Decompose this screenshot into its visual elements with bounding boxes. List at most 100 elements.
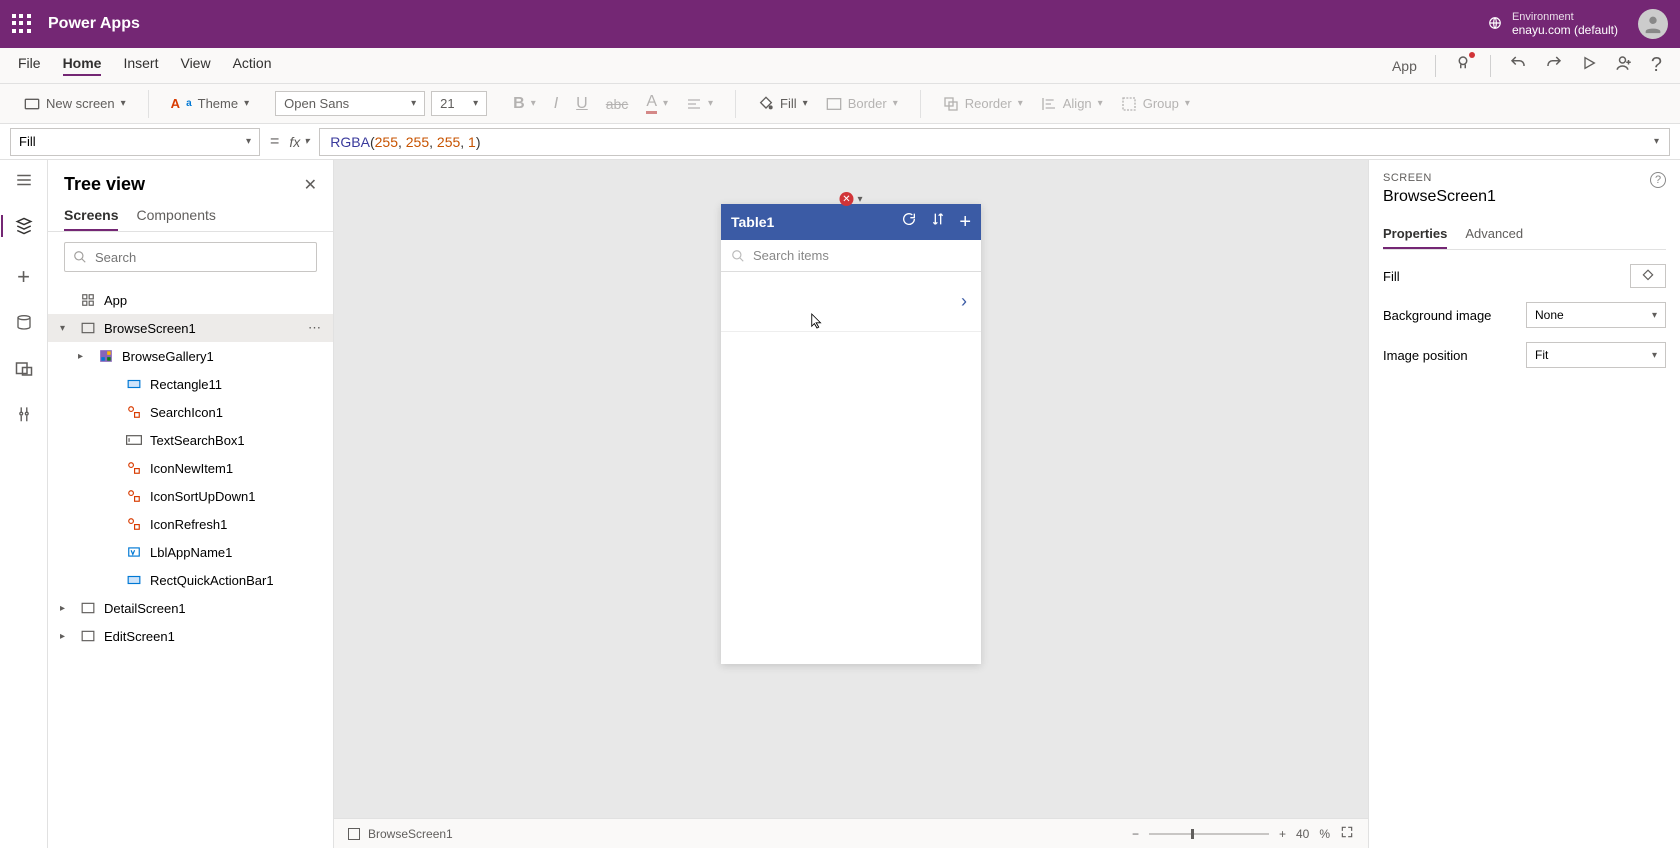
tree-item[interactable]: TextSearchBox1 bbox=[48, 426, 333, 454]
expand-icon[interactable]: ▸ bbox=[60, 603, 72, 614]
chevron-down-icon: ▾ bbox=[244, 98, 249, 109]
fit-to-window-icon[interactable] bbox=[1340, 825, 1354, 842]
tree-item-label: RectQuickActionBar1 bbox=[150, 573, 274, 588]
canvas[interactable]: ✕ ▾ Table1 + Search items › bbox=[334, 160, 1368, 848]
tree-search-input[interactable] bbox=[64, 242, 317, 272]
tree-item[interactable]: ▸DetailScreen1 bbox=[48, 594, 333, 622]
bold-button[interactable]: B▾ bbox=[507, 91, 542, 117]
app-dropdown[interactable]: App bbox=[1392, 58, 1417, 74]
expand-icon[interactable]: ▾ bbox=[60, 323, 72, 334]
border-button[interactable]: Border▾ bbox=[820, 92, 904, 115]
properties-panel: SCREEN BrowseScreen1 ? PropertiesAdvance… bbox=[1368, 160, 1680, 848]
ribbon-arrange-group: Reorder▾ Align▾ Group▾ bbox=[929, 92, 1204, 116]
media-icon[interactable] bbox=[15, 361, 33, 382]
iconctrl-icon bbox=[126, 460, 142, 476]
device-search[interactable]: Search items bbox=[721, 240, 981, 272]
tree-item[interactable]: IconNewItem1 bbox=[48, 454, 333, 482]
text-align-button[interactable]: ▾ bbox=[680, 93, 719, 115]
sort-icon[interactable] bbox=[931, 211, 945, 234]
advanced-tools-icon[interactable] bbox=[17, 406, 31, 429]
tree-item[interactable]: IconSortUpDown1 bbox=[48, 482, 333, 510]
refresh-icon[interactable] bbox=[901, 211, 917, 234]
zoom-in-button[interactable]: + bbox=[1279, 827, 1286, 841]
expand-formula-icon[interactable]: ▾ bbox=[1654, 136, 1659, 147]
font-name-select[interactable]: Open Sans▾ bbox=[275, 91, 425, 116]
textbox-icon bbox=[126, 432, 142, 448]
tree-item[interactable]: RectQuickActionBar1 bbox=[48, 566, 333, 594]
search-field[interactable] bbox=[95, 250, 308, 265]
tree-view-icon[interactable] bbox=[15, 217, 33, 240]
status-bar: BrowseScreen1 − + 40 % bbox=[334, 818, 1368, 848]
new-screen-button[interactable]: New screen ▾ bbox=[18, 92, 132, 115]
theme-button[interactable]: Aa Theme ▾ bbox=[165, 92, 255, 115]
device-preview[interactable]: ✕ ▾ Table1 + Search items › bbox=[721, 204, 981, 664]
play-icon[interactable] bbox=[1581, 55, 1597, 76]
tree-item[interactable]: ▸ BrowseGallery1 bbox=[48, 342, 333, 370]
underline-button[interactable]: U bbox=[570, 91, 594, 117]
menu-action[interactable]: Action bbox=[233, 55, 272, 76]
tree-item-label: TextSearchBox1 bbox=[150, 433, 245, 448]
menu-file[interactable]: File bbox=[18, 55, 41, 76]
iconctrl-icon bbox=[126, 516, 142, 532]
tree-item[interactable]: SearchIcon1 bbox=[48, 398, 333, 426]
menu-right: App ? bbox=[1392, 54, 1662, 77]
font-size-select[interactable]: 21▾ bbox=[431, 91, 487, 116]
menu-home[interactable]: Home bbox=[63, 55, 102, 76]
tree-item[interactable]: ▾BrowseScreen1⋯ bbox=[48, 314, 333, 342]
close-icon[interactable]: ✕ bbox=[304, 175, 317, 195]
reorder-button[interactable]: Reorder▾ bbox=[937, 92, 1029, 116]
environment-picker[interactable]: Environment enayu.com (default) bbox=[1488, 11, 1618, 37]
strike-button[interactable]: abc bbox=[600, 92, 635, 116]
hamburger-icon[interactable] bbox=[15, 172, 33, 193]
error-indicator[interactable]: ✕ ▾ bbox=[839, 192, 862, 206]
menu-insert[interactable]: Insert bbox=[123, 55, 158, 76]
props-tab-properties[interactable]: Properties bbox=[1383, 220, 1447, 249]
tree-tab-screens[interactable]: Screens bbox=[64, 201, 118, 231]
redo-icon[interactable] bbox=[1545, 54, 1563, 77]
data-icon[interactable] bbox=[16, 314, 32, 337]
fill-color-button[interactable] bbox=[1630, 264, 1666, 288]
font-color-button[interactable]: A▾ bbox=[640, 89, 674, 118]
expand-icon[interactable]: ▸ bbox=[78, 351, 90, 362]
insert-icon[interactable]: + bbox=[17, 264, 30, 290]
add-icon[interactable]: + bbox=[959, 211, 971, 234]
info-icon[interactable]: ? bbox=[1650, 172, 1666, 188]
share-icon[interactable] bbox=[1615, 54, 1633, 77]
tree-item[interactable]: IconRefresh1 bbox=[48, 510, 333, 538]
app-checker-icon[interactable] bbox=[1454, 54, 1472, 77]
divider bbox=[1490, 55, 1491, 77]
tree-item-label: BrowseGallery1 bbox=[122, 349, 214, 364]
tree-item-label: IconNewItem1 bbox=[150, 461, 233, 476]
property-select[interactable]: Fill▾ bbox=[10, 128, 260, 156]
menu-left: File Home Insert View Action bbox=[18, 55, 272, 76]
tree-item[interactable]: App bbox=[48, 286, 333, 314]
tree-item-label: App bbox=[104, 293, 127, 308]
undo-icon[interactable] bbox=[1509, 54, 1527, 77]
rect-icon bbox=[126, 572, 142, 588]
tree-item[interactable]: LblAppName1 bbox=[48, 538, 333, 566]
tree-item[interactable]: ▸EditScreen1 bbox=[48, 622, 333, 650]
image-position-select[interactable]: Fit▾ bbox=[1526, 342, 1666, 368]
menu-view[interactable]: View bbox=[180, 55, 210, 76]
zoom-out-button[interactable]: − bbox=[1132, 827, 1139, 841]
zoom-slider[interactable] bbox=[1149, 833, 1269, 835]
iconctrl-icon bbox=[126, 488, 142, 504]
more-icon[interactable]: ⋯ bbox=[308, 320, 321, 336]
align-button[interactable]: Align▾ bbox=[1035, 92, 1109, 116]
tree-tab-components[interactable]: Components bbox=[136, 201, 215, 231]
props-section-label: SCREEN bbox=[1383, 172, 1496, 184]
formula-input[interactable]: RGBA(255, 255, 255, 1) ▾ bbox=[319, 128, 1670, 156]
help-icon[interactable]: ? bbox=[1651, 54, 1662, 77]
italic-button[interactable]: I bbox=[548, 91, 564, 117]
tree-item[interactable]: Rectangle11 bbox=[48, 370, 333, 398]
app-launcher-icon[interactable] bbox=[12, 14, 32, 34]
user-avatar[interactable] bbox=[1638, 9, 1668, 39]
fx-icon[interactable]: fx▾ bbox=[289, 134, 309, 150]
iconctrl-icon bbox=[126, 404, 142, 420]
group-button[interactable]: Group▾ bbox=[1115, 92, 1196, 116]
bg-image-select[interactable]: None▾ bbox=[1526, 302, 1666, 328]
props-tab-advanced[interactable]: Advanced bbox=[1465, 220, 1523, 249]
expand-icon[interactable]: ▸ bbox=[60, 631, 72, 642]
gallery-row[interactable]: › bbox=[721, 272, 981, 332]
fill-button[interactable]: Fill▾ bbox=[752, 92, 814, 116]
